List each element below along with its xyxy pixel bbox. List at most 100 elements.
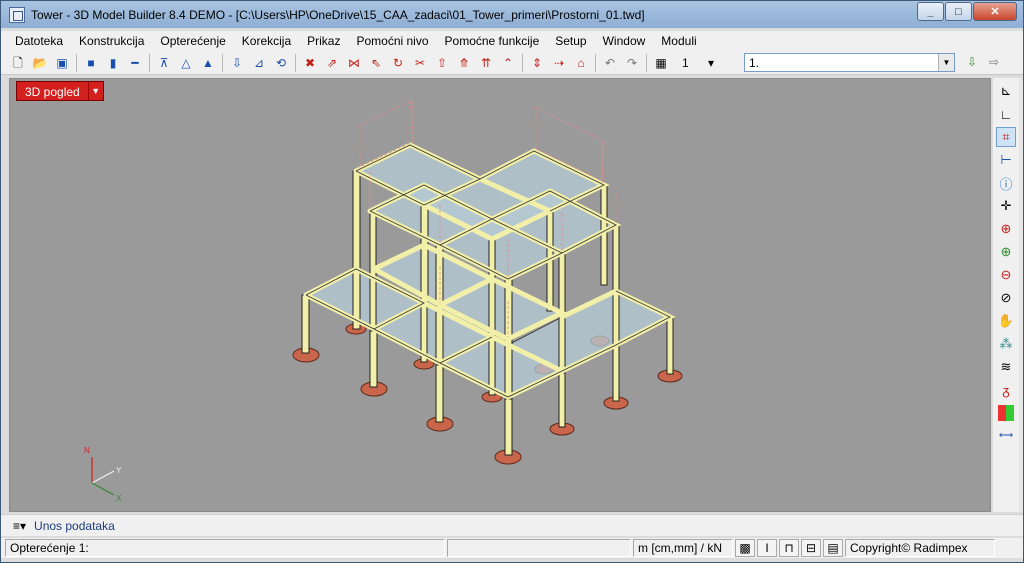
toolbar-right-group: ⇩ ⇨ [961,53,1005,71]
stretch-icon[interactable]: ⤊ [455,54,473,72]
point-support-icon[interactable]: ▲ [199,54,217,72]
rotate-icon[interactable]: ⟲ [272,54,290,72]
mirror-icon[interactable]: ⋈ [345,54,363,72]
menu-moduli[interactable]: Moduli [653,34,704,48]
load-case-select[interactable]: 1. ▼ [744,53,955,72]
extrude-icon[interactable]: ⇧ [433,54,451,72]
column [488,238,496,340]
structure-drawing: N Y X [84,100,683,503]
column [612,344,620,402]
edit-roof-icon[interactable]: ⌂ [572,54,590,72]
hinge-support-icon[interactable]: △ [177,54,195,72]
menu-datoteka[interactable]: Datoteka [7,34,71,48]
menu-konstrukcija[interactable]: Konstrukcija [71,34,152,48]
x-axis [91,482,115,496]
edit-element-icon[interactable]: ⇢ [550,54,568,72]
zoom-in-icon[interactable]: ⊕ [996,242,1016,262]
toolbar-separator [595,53,596,72]
input-menu-icon[interactable]: ≡▾ [13,519,26,533]
window-title: Tower - 3D Model Builder 8.4 DEMO - [C:\… [31,7,645,22]
table-icon[interactable]: ▦ [652,54,670,72]
move-icon[interactable]: ⇖ [367,54,385,72]
toolbar-separator [295,53,296,72]
wall-icon[interactable]: ▮ [104,54,122,72]
menu-prikaz[interactable]: Prikaz [299,34,348,48]
import-icon[interactable]: ⇩ [963,53,981,71]
ruler-icon[interactable]: ⊢ [996,150,1016,170]
snap-toggle-icon[interactable]: ⊓ [779,539,799,557]
array-icon[interactable]: ⇈ [477,54,495,72]
load-down-icon[interactable]: ⇩ [228,54,246,72]
menu-window[interactable]: Window [595,34,654,48]
load-line-icon[interactable]: ⊿ [250,54,268,72]
toolbar-separator [646,53,647,72]
load-case-number-select[interactable]: 1 ▾ [678,54,718,72]
hatch-toggle-icon[interactable]: ▤ [823,539,843,557]
status-units[interactable]: m [cm,mm] / kN [633,539,733,557]
zigzag-icon[interactable]: ≋ [996,357,1016,377]
menu-pomocni-nivo[interactable]: Pomoćni nivo [348,34,436,48]
pan-hand-icon[interactable]: ✋ [996,311,1016,331]
chevron-down-icon: ▾ [707,55,714,70]
copy-icon[interactable]: ⇗ [323,54,341,72]
color-palette-icon[interactable] [998,405,1014,421]
3d-model-view: N Y X [10,79,990,511]
dimension-10-icon[interactable]: ⟷ [996,425,1016,445]
close-button[interactable]: ✕ [973,2,1017,21]
new-file-icon[interactable]: 🗋 [9,54,27,72]
grid-nodes-icon[interactable]: ⁂ [996,334,1016,354]
input-bar: ≡▾ Unos podataka [1,514,1023,536]
y-axis-label: Y [116,466,122,475]
snap-grid-icon[interactable]: ⌗ [996,127,1016,147]
zoom-extents-icon[interactable]: ⊘ [996,288,1016,308]
x-axis-label: X [116,494,122,503]
open-folder-icon[interactable]: 📂 [31,54,49,72]
delete-icon[interactable]: ✖ [301,54,319,72]
angle-icon[interactable]: ∟ [996,104,1016,124]
dimension-icon[interactable]: ⊾ [996,81,1016,101]
input-label[interactable]: Unos podataka [34,519,115,533]
rotate-element-icon[interactable]: ↻ [389,54,407,72]
chevron-down-icon[interactable]: ▼ [87,82,103,100]
column [504,396,513,456]
menu-korekcija[interactable]: Korekcija [234,34,299,48]
model-viewport[interactable]: N Y X 3D pogled ▼ [9,78,991,512]
edit-node-icon[interactable]: ⇕ [528,54,546,72]
column [352,170,361,330]
zoom-window-icon[interactable]: ⊕ [996,219,1016,239]
status-empty-panel [447,539,631,557]
filter-icon[interactable]: ᵹ [996,380,1016,400]
dropdown-arrow-icon[interactable]: ▼ [938,54,954,71]
menu-pomocne-funkcije[interactable]: Pomoćne funkcije [437,34,548,48]
support-icon[interactable]: ⊼ [155,54,173,72]
minimize-button[interactable]: _ [917,2,944,21]
column [435,362,444,423]
undo-icon[interactable]: ↶ [601,54,619,72]
menu-opterecenje[interactable]: Opterećenje [152,34,233,48]
export-icon[interactable]: ⇨ [985,53,1003,71]
beam-icon[interactable]: ━ [126,54,144,72]
redo-icon[interactable]: ↷ [623,54,641,72]
y-axis [91,470,115,484]
zoom-out-icon[interactable]: ⊖ [996,265,1016,285]
info-icon[interactable]: ⓘ [996,173,1016,193]
column [558,370,566,428]
cut-icon[interactable]: ✂ [411,54,429,72]
view-mode-button[interactable]: 3D pogled ▼ [16,81,104,101]
layer-toggle-icon[interactable]: ⊟ [801,539,821,557]
axis-indicator [91,457,115,496]
plate-icon[interactable]: ■ [82,54,100,72]
maximize-button[interactable]: □ [945,2,972,21]
ortho-toggle-icon[interactable]: I [757,539,777,557]
move-cross-icon[interactable]: ✛ [996,196,1016,216]
column [612,224,620,346]
app-icon[interactable] [9,6,25,23]
column [420,204,429,306]
status-copyright: Copyright© Radimpex [845,539,995,557]
save-icon[interactable]: ▣ [53,54,71,72]
window-controls: _ □ ✕ [916,2,1017,21]
title-bar: Tower - 3D Model Builder 8.4 DEMO - [C:\… [1,1,1023,28]
join-icon[interactable]: ⌃ [499,54,517,72]
menu-setup[interactable]: Setup [547,34,594,48]
grid-toggle-icon[interactable]: ▩ [735,539,755,557]
